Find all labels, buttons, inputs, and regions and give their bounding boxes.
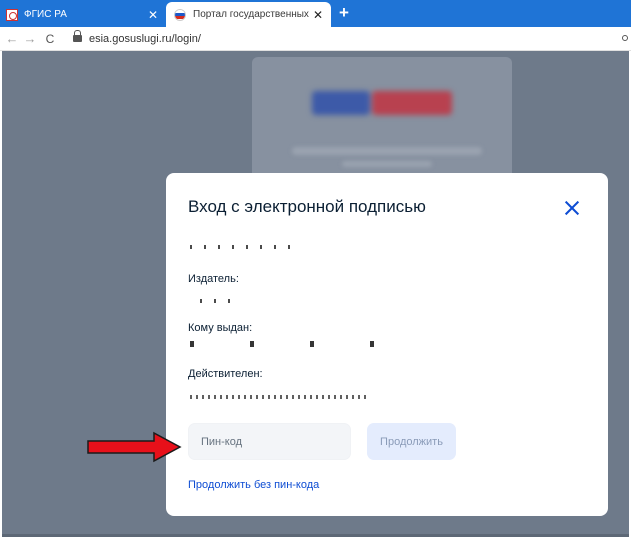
- issuer-value-redacted: [200, 299, 240, 303]
- continue-button[interactable]: Продолжить: [367, 423, 456, 460]
- tab-close-icon[interactable]: ✕: [146, 8, 160, 22]
- tab-close-icon[interactable]: ✕: [311, 8, 325, 22]
- fgis-favicon-icon: [6, 8, 18, 21]
- valid-label: Действителен:: [188, 368, 263, 380]
- back-icon[interactable]: ←: [3, 31, 21, 46]
- valid-value-redacted: [190, 395, 366, 399]
- reload-icon[interactable]: C: [41, 32, 59, 46]
- red-arrow-icon: [87, 431, 182, 463]
- forward-icon[interactable]: →: [21, 31, 39, 46]
- modal-title: Вход с электронной подписью: [188, 197, 426, 216]
- page-bottom-edge: [2, 534, 629, 537]
- close-icon[interactable]: [565, 201, 579, 215]
- tab-fgis[interactable]: ФГИС РА ✕: [0, 2, 166, 27]
- certificate-name-redacted: [190, 245, 295, 249]
- tab-gosuslugi[interactable]: Портал государственных услуг Р ✕: [166, 2, 331, 27]
- gosuslugi-logo-blurred: [312, 91, 452, 115]
- url-field[interactable]: esia.gosuslugi.ru/login/: [89, 33, 201, 45]
- pin-code-input[interactable]: [188, 423, 351, 460]
- background-text-blurred: [292, 147, 482, 155]
- extension-icon[interactable]: [622, 35, 628, 41]
- continue-without-pin-link[interactable]: Продолжить без пин-кода: [188, 479, 319, 491]
- browser-tab-strip: ФГИС РА ✕ Портал государственных услуг Р…: [0, 0, 631, 27]
- new-tab-button[interactable]: +: [339, 3, 349, 23]
- owner-value-redacted: [190, 341, 390, 347]
- address-bar: ← → C esia.gosuslugi.ru/login/: [0, 27, 631, 51]
- background-text-blurred: [342, 161, 432, 167]
- issuer-label: Издатель:: [188, 273, 239, 285]
- owner-label: Кому выдан:: [188, 322, 253, 334]
- signature-login-modal: Вход с электронной подписью Издатель: Ко…: [166, 173, 608, 516]
- tab-title: Портал государственных услуг Р: [193, 9, 311, 20]
- tab-title: ФГИС РА: [24, 9, 67, 20]
- page-overlay: Вход с электронной подписью Издатель: Ко…: [2, 51, 629, 537]
- russian-flag-favicon-icon: [174, 8, 186, 21]
- lock-icon[interactable]: [73, 30, 82, 43]
